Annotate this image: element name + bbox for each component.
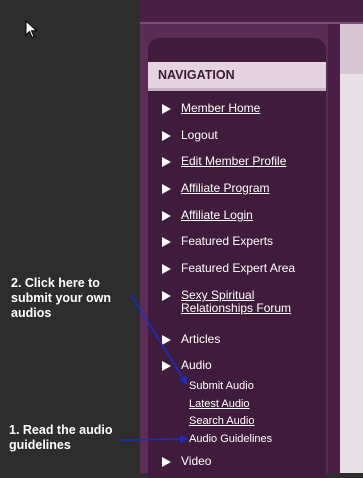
mouse-cursor-icon [25,20,38,39]
annotation-arrows [119,294,188,444]
arrow-to-audio-guidelines [119,435,188,444]
arrow-to-submit-audio [130,294,188,385]
